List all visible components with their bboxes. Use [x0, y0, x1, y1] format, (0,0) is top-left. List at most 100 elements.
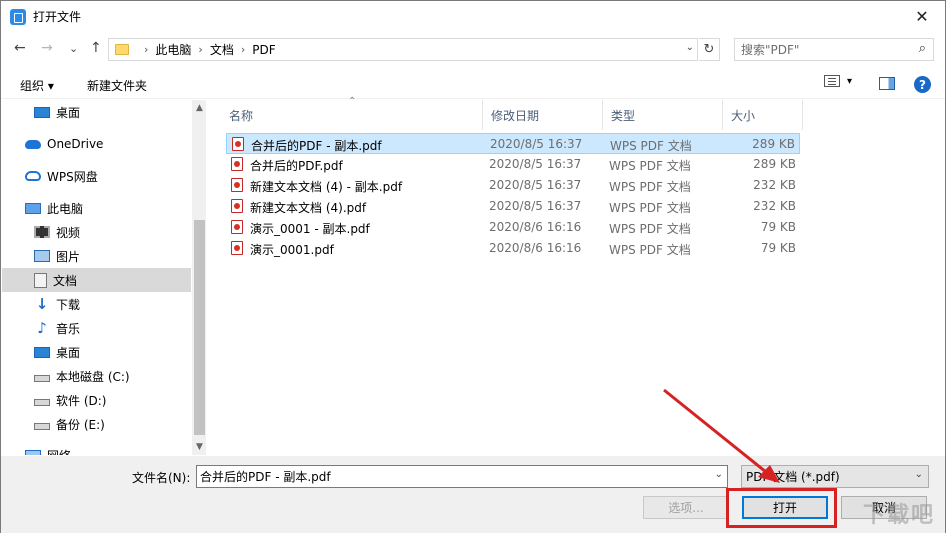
- sidebar-scrollbar[interactable]: ▲ ▼: [192, 100, 206, 455]
- sidebar-item-pictures[interactable]: 图片: [2, 244, 191, 268]
- sidebar-item-desktop-2[interactable]: 桌面: [2, 340, 191, 364]
- breadcrumb-documents[interactable]: 文档: [210, 41, 234, 58]
- file-list: ⌃ 名称 修改日期 类型 大小 合并后的PDF - 副本.pdf 2020/8/…: [221, 96, 941, 455]
- sidebar-item-network[interactable]: 网络: [2, 443, 191, 455]
- filename-input[interactable]: 合并后的PDF - 副本.pdf ⌄: [196, 465, 728, 488]
- sidebar-item-drive-c[interactable]: 本地磁盘 (C:): [2, 364, 191, 388]
- search-placeholder: 搜索"PDF": [741, 43, 800, 57]
- recent-locations-icon[interactable]: ⌄: [69, 42, 78, 55]
- file-row[interactable]: 新建文本文档 (4).pdf 2020/8/5 16:37 WPS PDF 文档…: [226, 196, 800, 217]
- file-size: 232 KB: [753, 178, 796, 192]
- sidebar-item-this-pc[interactable]: 此电脑: [2, 196, 191, 220]
- sidebar-item-label: 本地磁盘 (C:): [56, 369, 130, 384]
- search-input[interactable]: 搜索"PDF" ⌕: [734, 38, 934, 61]
- chevron-down-icon: ▾: [847, 75, 853, 87]
- drive-icon: [34, 375, 50, 382]
- file-row[interactable]: 演示_0001.pdf 2020/8/6 16:16 WPS PDF 文档 79…: [226, 238, 800, 259]
- column-header-type[interactable]: 类型: [603, 100, 723, 130]
- scroll-down-icon[interactable]: ▼: [192, 439, 206, 455]
- preview-pane-button[interactable]: [879, 77, 895, 90]
- sidebar-item-label: WPS网盘: [47, 169, 98, 184]
- file-size: 289 KB: [752, 137, 795, 151]
- pdf-file-icon: [231, 157, 243, 171]
- title-bar: 打开文件 ✕: [1, 1, 945, 32]
- options-button[interactable]: 选项...: [643, 496, 729, 519]
- chevron-down-icon[interactable]: ⌄: [715, 469, 723, 480]
- file-name: 合并后的PDF - 副本.pdf: [251, 139, 382, 153]
- file-row[interactable]: 演示_0001 - 副本.pdf 2020/8/6 16:16 WPS PDF …: [226, 217, 800, 238]
- file-size: 79 KB: [760, 220, 796, 234]
- file-name: 合并后的PDF.pdf: [250, 159, 343, 173]
- chevron-down-icon: ⌄: [914, 469, 923, 480]
- file-name: 新建文本文档 (4).pdf: [250, 201, 367, 215]
- chevron-right-icon: ›: [240, 43, 246, 56]
- close-button[interactable]: ✕: [899, 1, 945, 32]
- organize-button[interactable]: 组织 ▾: [20, 77, 54, 94]
- sidebar-item-label: 桌面: [56, 345, 81, 360]
- chevron-down-icon[interactable]: ⌄: [686, 42, 694, 53]
- file-row[interactable]: 新建文本文档 (4) - 副本.pdf 2020/8/5 16:37 WPS P…: [226, 175, 800, 196]
- address-row: ← → ⌄ ↑ › 此电脑 › 文档 › PDF ⌄ ↻ 搜索"PDF" ⌕: [1, 32, 945, 66]
- file-type: WPS PDF 文档: [609, 201, 691, 215]
- address-bar[interactable]: › 此电脑 › 文档 › PDF ⌄: [108, 38, 698, 61]
- annotation-highlight-box: [726, 488, 837, 528]
- open-file-dialog: 打开文件 ✕ ← → ⌄ ↑ › 此电脑 › 文档 › PDF ⌄ ↻ 搜索"P…: [0, 0, 946, 533]
- sidebar-item-wps-cloud[interactable]: WPS网盘: [2, 164, 191, 188]
- file-type: WPS PDF 文档: [609, 159, 691, 173]
- wps-app-icon: [10, 8, 26, 25]
- new-folder-button[interactable]: 新建文件夹: [87, 77, 147, 94]
- preview-pane-icon: [879, 77, 895, 90]
- scrollbar-thumb[interactable]: [194, 220, 205, 435]
- watermark-logo: 下载吧: [862, 503, 935, 528]
- cloud-icon: [25, 139, 41, 149]
- filetype-select[interactable]: PDF 文档 (*.pdf) ⌄: [741, 465, 929, 488]
- desktop-icon: [34, 106, 50, 118]
- breadcrumb-pdf[interactable]: PDF: [252, 43, 275, 57]
- pc-icon: [25, 202, 41, 214]
- help-button[interactable]: ?: [914, 76, 931, 93]
- sidebar-item-drive-e[interactable]: 备份 (E:): [2, 412, 191, 436]
- desktop-icon: [34, 346, 50, 358]
- sidebar-item-documents[interactable]: 文档: [2, 268, 191, 292]
- sidebar-item-videos[interactable]: 视频: [2, 220, 191, 244]
- sidebar-item-label: 软件 (D:): [56, 393, 107, 408]
- sidebar-item-label: 网络: [47, 447, 71, 456]
- file-row[interactable]: 合并后的PDF - 副本.pdf 2020/8/5 16:37 WPS PDF …: [226, 133, 800, 154]
- column-header-label: 名称: [229, 108, 254, 123]
- file-size: 79 KB: [760, 241, 796, 255]
- list-view-icon: [824, 75, 840, 87]
- file-row[interactable]: 合并后的PDF.pdf 2020/8/5 16:37 WPS PDF 文档 28…: [226, 154, 800, 175]
- music-icon: ♪: [37, 319, 47, 337]
- toolbar: 组织 ▾ 新建文件夹 ▾ ?: [1, 70, 945, 99]
- navigation-pane: 桌面 OneDrive WPS网盘 此电脑 视频 图片 文档 ↓ 下载 ♪ 音乐…: [2, 100, 206, 455]
- folder-icon: [115, 44, 129, 55]
- column-header-name[interactable]: 名称: [221, 100, 483, 130]
- change-view-button[interactable]: ▾: [824, 75, 852, 87]
- up-arrow-icon[interactable]: ↑: [90, 40, 102, 56]
- pdf-file-icon: [231, 199, 243, 213]
- sidebar-item-desktop[interactable]: 桌面: [2, 100, 191, 124]
- chevron-right-icon: ›: [198, 43, 203, 56]
- pdf-file-icon: [232, 137, 244, 151]
- pdf-file-icon: [231, 178, 243, 192]
- column-header-modified[interactable]: 修改日期: [483, 100, 603, 130]
- file-size: 232 KB: [753, 199, 796, 213]
- file-type: WPS PDF 文档: [609, 243, 691, 257]
- file-name: 演示_0001 - 副本.pdf: [250, 222, 370, 236]
- file-modified: 2020/8/5 16:37: [489, 157, 582, 171]
- sidebar-item-downloads[interactable]: ↓ 下载: [2, 292, 191, 316]
- file-modified: 2020/8/6 16:16: [489, 241, 582, 255]
- scroll-up-icon[interactable]: ▲: [192, 100, 206, 116]
- refresh-button[interactable]: ↻: [699, 38, 720, 61]
- breadcrumb-this-pc[interactable]: 此电脑: [155, 41, 191, 58]
- column-header-size[interactable]: 大小: [723, 100, 803, 130]
- file-modified: 2020/8/5 16:37: [489, 199, 582, 213]
- drive-icon: [34, 399, 50, 406]
- back-arrow-icon[interactable]: ←: [14, 40, 26, 56]
- forward-arrow-icon[interactable]: →: [41, 40, 53, 56]
- chevron-right-icon: ›: [144, 43, 149, 56]
- sidebar-item-music[interactable]: ♪ 音乐: [2, 316, 191, 340]
- sidebar-item-drive-d[interactable]: 软件 (D:): [2, 388, 191, 412]
- video-icon: [34, 226, 50, 238]
- sidebar-item-onedrive[interactable]: OneDrive: [2, 132, 191, 156]
